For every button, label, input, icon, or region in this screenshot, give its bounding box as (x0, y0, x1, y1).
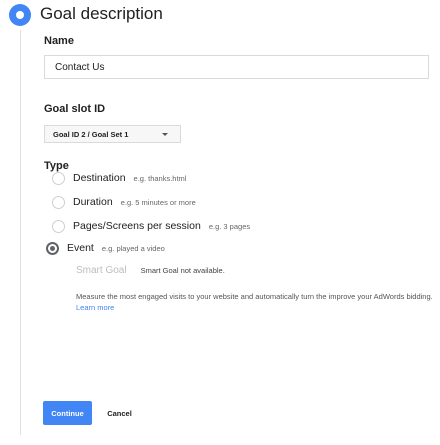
smart-goal-description-text: Measure the most engaged visits to your … (76, 292, 433, 301)
name-label: Name (44, 35, 74, 47)
type-option-duration[interactable]: Duration e.g. 5 minutes or more (52, 194, 196, 210)
option-label: Destination (73, 172, 126, 184)
option-label: Pages/Screens per session (73, 220, 201, 232)
option-label: Event (67, 242, 94, 254)
step-connector-line (20, 30, 21, 435)
option-hint: e.g. 3 pages (208, 221, 251, 231)
radio-icon[interactable] (52, 171, 65, 185)
goal-name-input[interactable]: Contact Us (44, 55, 429, 79)
continue-button[interactable]: Continue (43, 401, 92, 425)
option-label: Duration (73, 196, 113, 208)
smart-goal-note: Smart Goal not available. (140, 266, 225, 275)
goal-slot-dropdown[interactable]: Goal ID 2 / Goal Set 1 (44, 125, 181, 143)
type-option-pages-per-session[interactable]: Pages/Screens per session e.g. 3 pages (52, 218, 250, 234)
option-hint: e.g. played a video (101, 243, 165, 253)
step-indicator-icon (9, 4, 31, 26)
goal-slot-label: Goal slot ID (44, 103, 106, 115)
radio-checked-icon[interactable] (46, 241, 59, 255)
smart-goal-label: Smart Goal (76, 265, 127, 276)
type-option-event[interactable]: Event e.g. played a video (46, 240, 165, 256)
type-option-destination[interactable]: Destination e.g. thanks.html (52, 170, 186, 186)
smart-goal-row: Smart Goal Smart Goal not available. (76, 265, 225, 276)
chevron-down-icon (162, 133, 168, 136)
radio-icon[interactable] (52, 195, 65, 209)
smart-goal-description: Measure the most engaged visits to your … (76, 291, 436, 313)
cancel-button[interactable]: Cancel (102, 401, 137, 425)
option-hint: e.g. 5 minutes or more (120, 197, 196, 207)
learn-more-link[interactable]: Learn more (76, 303, 114, 312)
goal-name-value: Contact Us (55, 61, 105, 73)
option-hint: e.g. thanks.html (133, 173, 187, 183)
goal-slot-value: Goal ID 2 / Goal Set 1 (53, 129, 129, 139)
section-title: Goal description (40, 4, 163, 23)
radio-icon[interactable] (52, 219, 65, 233)
